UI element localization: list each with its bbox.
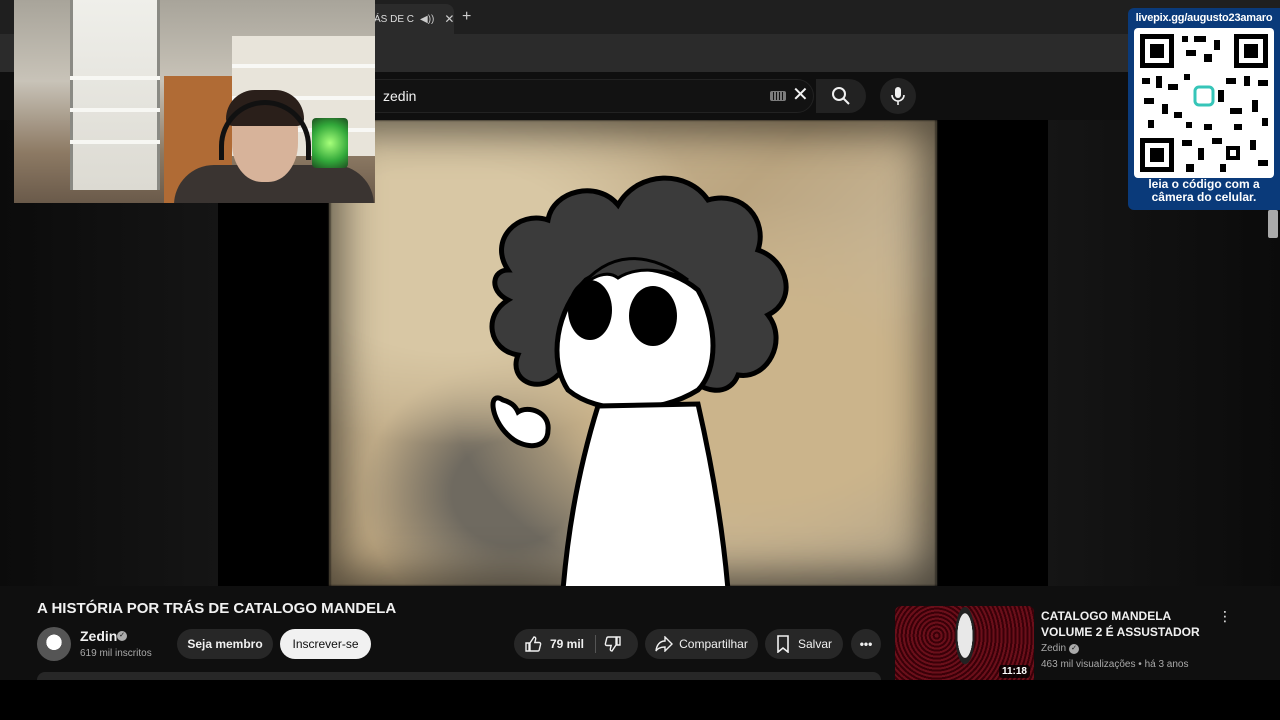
search-input[interactable]: zedin	[374, 79, 814, 113]
join-membership-button[interactable]: Seja membro	[177, 629, 273, 659]
speaker-icon[interactable]: ◀))	[420, 14, 434, 25]
qr-pattern	[1140, 34, 1268, 172]
video-duration: 11:18	[998, 665, 1030, 678]
thumbs-up-icon	[525, 636, 542, 652]
thumbs-down-icon[interactable]	[604, 635, 622, 653]
voice-search-button[interactable]	[880, 78, 916, 114]
webcam-shelf-row	[232, 64, 375, 68]
webcam-shelf-left	[70, 0, 160, 190]
save-button[interactable]: Salvar	[765, 629, 843, 659]
channel-avatar[interactable]	[37, 627, 71, 661]
search-button[interactable]	[816, 79, 866, 113]
keyboard-icon[interactable]	[770, 91, 786, 101]
more-horizontal-icon: •••	[859, 637, 873, 651]
recommended-channel[interactable]: Zedin	[1041, 643, 1066, 654]
subscribe-button[interactable]: Inscrever-se	[280, 629, 371, 659]
browser-tab[interactable]: ÁS DE C ◀)) ✕	[362, 4, 454, 34]
page-scrollbar[interactable]	[1268, 210, 1278, 238]
qr-caption: leia o código com a câmera do celular.	[1128, 178, 1280, 204]
donation-qr-panel: livepix.gg/augusto23amaro leia o código …	[1128, 8, 1280, 210]
channel-name[interactable]: Zedin	[80, 628, 117, 644]
recommended-title[interactable]: CATALOGO MANDELA VOLUME 2 É ASSUSTADOR	[1041, 608, 1221, 640]
ghost-mask-image	[950, 606, 980, 680]
like-button[interactable]: 79 mil	[514, 629, 638, 659]
share-icon	[655, 636, 674, 652]
bottom-letterbox	[0, 680, 1280, 720]
qr-url: livepix.gg/augusto23amaro	[1135, 12, 1273, 24]
recommended-menu-icon[interactable]: ⋮	[1218, 608, 1232, 625]
save-label: Salvar	[797, 637, 832, 651]
close-tab-icon[interactable]: ✕	[444, 12, 454, 26]
webcam-shelf-row	[70, 140, 160, 144]
video-title: A HISTÓRIA POR TRÁS DE CATALOGO MANDELA	[37, 600, 397, 617]
verified-badge-icon: ✓	[1069, 644, 1079, 654]
cartoon-character	[489, 175, 789, 586]
recommended-views: 463 mil visualizações	[1041, 659, 1136, 670]
bookmark-icon	[777, 635, 789, 653]
search-icon	[832, 87, 850, 105]
like-divider	[595, 635, 596, 653]
description-box-edge[interactable]	[37, 672, 881, 680]
subscriber-count: 619 mil inscritos	[80, 648, 152, 659]
more-actions-button[interactable]: •••	[851, 629, 881, 659]
webcam-shelf-row	[70, 76, 160, 80]
share-button[interactable]: Compartilhar	[645, 629, 758, 659]
new-tab-button[interactable]: +	[462, 8, 471, 26]
webcam-shelf-row	[70, 108, 160, 112]
webcam-overlay	[14, 0, 375, 203]
tab-title: ÁS DE C	[374, 13, 415, 25]
search-query: zedin	[383, 88, 417, 104]
verified-badge-icon: ✓	[117, 631, 127, 641]
qr-code	[1134, 28, 1274, 178]
qr-caption-line2: câmera do celular.	[1151, 190, 1257, 204]
microphone-icon	[891, 87, 905, 105]
join-membership-label: Seja membro	[187, 637, 263, 651]
like-count: 79 mil	[550, 637, 585, 651]
recommended-meta: 463 mil visualizações • há 3 anos	[1041, 659, 1189, 670]
clear-search-icon[interactable]: ✕	[792, 84, 809, 106]
share-label: Compartilhar	[679, 637, 748, 651]
recommended-age: há 3 anos	[1144, 659, 1189, 670]
recommended-thumbnail[interactable]: 11:18	[895, 606, 1034, 680]
webcam-green-light	[312, 118, 348, 168]
subscribe-label: Inscrever-se	[292, 637, 359, 651]
